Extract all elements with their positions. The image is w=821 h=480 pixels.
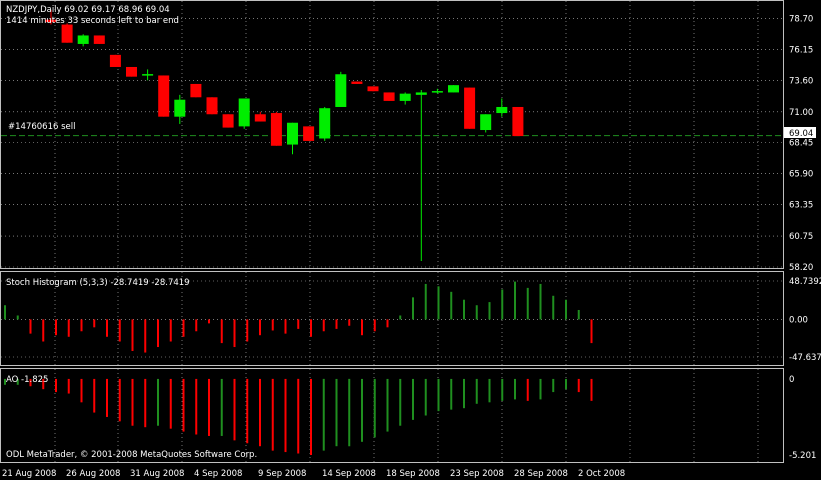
candle-body xyxy=(351,81,363,84)
candle-body xyxy=(254,114,266,122)
candle-body xyxy=(383,92,395,101)
copyright-text: ODL MetaTrader, © 2001-2008 MetaQuotes S… xyxy=(6,450,257,460)
candle-body xyxy=(142,74,154,76)
stoch-y-tick-label: 48.7392 xyxy=(789,277,821,287)
x-tick-label: 9 Sep 2008 xyxy=(258,469,306,479)
stoch-y-tick-label: 0.00 xyxy=(789,315,808,325)
y-tick-label: 58.20 xyxy=(789,263,813,273)
order-label[interactable]: #14760616 sell xyxy=(8,122,75,132)
axis-labels: 78.70 76.15 73.60 71.00 68.45 65.90 63.35 60.75… xyxy=(2,14,821,479)
y-tick-label: 76.15 xyxy=(789,45,813,55)
y-tick-label: 63.35 xyxy=(789,201,813,211)
ao-title: AO -1.825 xyxy=(6,375,48,385)
main-chart-frame[interactable] xyxy=(0,0,784,269)
candle-body xyxy=(431,91,443,93)
x-tick-label: 14 Sep 2008 xyxy=(322,469,376,479)
candle-body xyxy=(399,93,411,101)
candle-body xyxy=(158,75,170,117)
candle-body xyxy=(174,99,186,117)
y-tick-label: 68.45 xyxy=(789,139,813,149)
y-tick-label: 71.00 xyxy=(789,108,813,118)
x-tick-label: 23 Sep 2008 xyxy=(450,469,504,479)
stoch-y-tick-label: -47.6378 xyxy=(789,353,821,363)
candle-body xyxy=(303,126,315,141)
candle-body xyxy=(335,74,347,107)
ao-y-tick-label: -5.201 xyxy=(789,451,816,461)
x-tick-label: 31 Aug 2008 xyxy=(130,469,184,479)
candle-body xyxy=(270,113,282,146)
candle-body xyxy=(93,35,105,44)
candle-body xyxy=(61,24,73,43)
ao-panel-frame[interactable] xyxy=(0,368,784,463)
candle-body xyxy=(287,122,298,145)
candle-body xyxy=(415,92,427,95)
y-tick-label: 65.90 xyxy=(789,170,813,180)
stoch-title: Stoch Histogram (5,3,3) -28.7419 -28.741… xyxy=(6,278,190,288)
x-tick-label: 21 Aug 2008 xyxy=(2,469,56,479)
y-tick-label: 73.60 xyxy=(789,76,813,86)
candle-body xyxy=(109,54,121,67)
current-price-label: 69.04 xyxy=(789,129,813,139)
candle-body xyxy=(496,106,508,114)
bar-countdown: 1414 minutes 33 seconds left to bar end xyxy=(6,16,179,26)
ao-histogram-series xyxy=(4,378,593,455)
candle-body xyxy=(206,97,218,115)
candle-body xyxy=(319,108,331,139)
x-tick-label: 26 Aug 2008 xyxy=(66,469,120,479)
ao-y-tick-label: 0 xyxy=(789,375,794,385)
candle-body xyxy=(190,83,202,98)
candle-body xyxy=(77,35,89,44)
x-tick-label: 28 Sep 2008 xyxy=(514,469,568,479)
x-tick-label: 4 Sep 2008 xyxy=(194,469,242,479)
candle-body xyxy=(238,98,250,127)
candle-body xyxy=(126,66,137,77)
candle-body xyxy=(367,86,379,92)
candle-body xyxy=(512,106,524,137)
x-tick-label: 2 Oct 2008 xyxy=(578,469,625,479)
candle-body xyxy=(222,114,234,128)
candle-body xyxy=(448,85,459,93)
gridlines xyxy=(1,1,783,462)
y-tick-label: 78.70 xyxy=(789,14,813,24)
candle-body xyxy=(464,87,476,129)
y-tick-label: 60.75 xyxy=(789,232,813,242)
trading-chart[interactable]: 78.70 76.15 73.60 71.00 68.45 65.90 63.35 60.75… xyxy=(0,0,821,480)
stoch-histogram-series xyxy=(4,281,593,353)
symbol-title: NZDJPY,Daily 69.02 69.17 68.96 69.04 xyxy=(6,5,170,15)
x-tick-label: 18 Sep 2008 xyxy=(386,469,440,479)
candle-body xyxy=(480,114,492,131)
